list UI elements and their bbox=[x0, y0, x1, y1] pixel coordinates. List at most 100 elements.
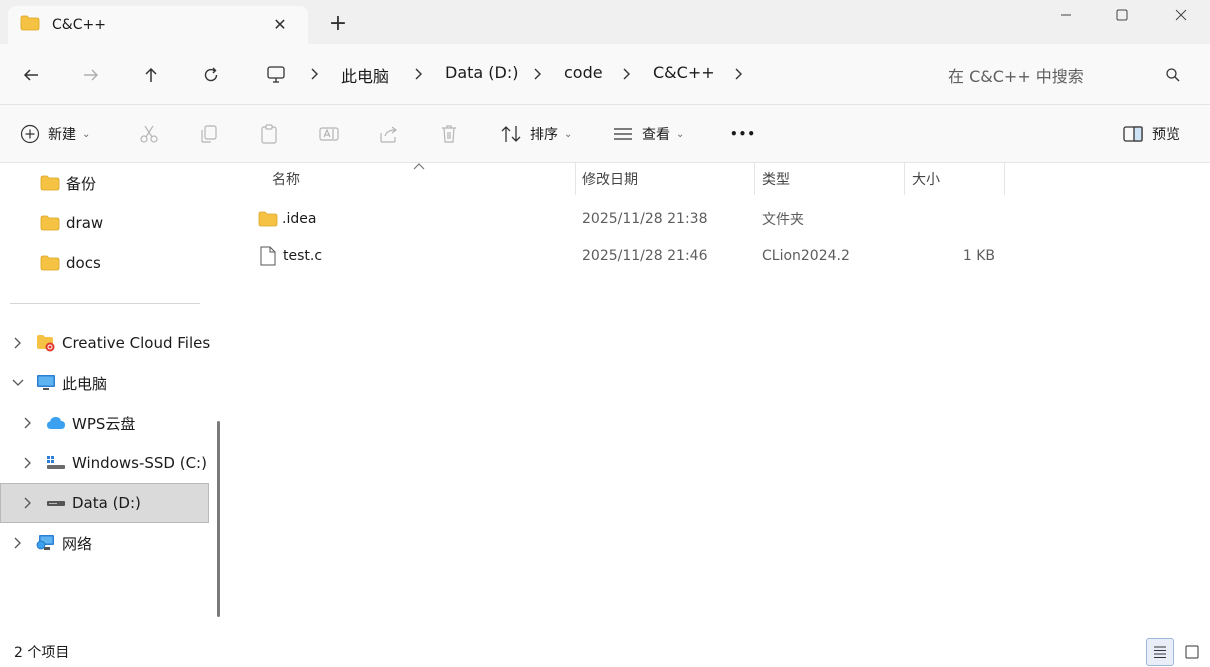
file-size: 1 KB bbox=[962, 248, 995, 264]
chevron-down-icon[interactable] bbox=[10, 375, 26, 391]
folder-icon bbox=[40, 174, 60, 192]
sidebar-item-backup[interactable]: 备份 bbox=[40, 165, 96, 201]
chevron-down-icon: ⌄ bbox=[564, 128, 573, 140]
chevron-right-icon[interactable] bbox=[531, 64, 545, 84]
sidebar-item-draw[interactable]: draw bbox=[40, 205, 103, 241]
column-header-type[interactable]: 类型 bbox=[762, 163, 790, 195]
view-icon bbox=[614, 128, 632, 140]
sidebar-item-label: WPS云盘 bbox=[72, 414, 136, 433]
breadcrumb-code[interactable]: code bbox=[564, 63, 603, 82]
chevron-right-icon[interactable] bbox=[412, 64, 426, 84]
new-tab-button[interactable]: + bbox=[326, 12, 350, 36]
sidebar-item-label: 备份 bbox=[66, 174, 97, 193]
cloud-icon bbox=[46, 414, 66, 432]
file-type: 文件夹 bbox=[762, 212, 804, 228]
minimize-icon[interactable] bbox=[1040, 0, 1092, 30]
sidebar-item-windows-ssd[interactable]: Windows-SSD (C:) bbox=[20, 445, 207, 481]
sidebar-item-this-pc[interactable]: 此电脑 bbox=[10, 365, 107, 401]
item-count: 2 个项目 bbox=[14, 645, 70, 661]
search-icon[interactable] bbox=[1164, 66, 1182, 84]
maximize-icon[interactable] bbox=[1096, 0, 1148, 30]
sidebar-item-network[interactable]: 网络 bbox=[10, 525, 92, 561]
column-divider[interactable] bbox=[575, 163, 576, 195]
tab-title: C&C++ bbox=[52, 17, 106, 33]
title-bar: C&C++ ✕ + bbox=[0, 0, 1210, 44]
folder-icon bbox=[40, 254, 60, 272]
column-header-size[interactable]: 大小 bbox=[912, 163, 940, 195]
more-options-button[interactable]: ••• bbox=[730, 121, 756, 147]
sort-label: 排序 bbox=[530, 127, 558, 143]
sort-button[interactable]: 排序 ⌄ bbox=[500, 121, 572, 147]
sidebar-item-wps-cloud[interactable]: WPS云盘 bbox=[20, 405, 135, 441]
preview-pane-icon bbox=[1123, 126, 1143, 142]
command-bar: 新建 ⌄ 排序 ⌄ 查看 ⌄ ••• 预览 bbox=[0, 105, 1210, 163]
sidebar-separator bbox=[10, 303, 200, 304]
drive-icon bbox=[46, 494, 66, 512]
details-view-icon[interactable] bbox=[1146, 638, 1174, 666]
drive-icon bbox=[46, 454, 66, 472]
chevron-right-icon[interactable] bbox=[308, 64, 322, 84]
close-icon[interactable] bbox=[1155, 0, 1207, 30]
computer-icon[interactable] bbox=[263, 62, 289, 88]
creative-cloud-icon bbox=[36, 334, 56, 352]
forward-arrow-icon[interactable] bbox=[78, 62, 104, 88]
status-bar: 2 个项目 bbox=[0, 630, 1210, 667]
large-icons-view-icon[interactable] bbox=[1178, 638, 1206, 666]
chevron-right-icon[interactable] bbox=[10, 535, 26, 551]
chevron-right-icon[interactable] bbox=[732, 64, 746, 84]
delete-icon[interactable] bbox=[438, 121, 460, 147]
breadcrumb-this-pc[interactable]: 此电脑 bbox=[341, 63, 389, 87]
folder-icon bbox=[258, 201, 278, 237]
refresh-icon[interactable] bbox=[198, 62, 224, 88]
view-button[interactable]: 查看 ⌄ bbox=[612, 121, 684, 147]
chevron-right-icon[interactable] bbox=[20, 455, 36, 471]
tab-cc[interactable]: C&C++ ✕ bbox=[8, 6, 308, 44]
sidebar-item-data-drive[interactable]: Data (D:) bbox=[20, 485, 141, 521]
share-icon[interactable] bbox=[378, 121, 400, 147]
file-modified: 2025/11/28 21:46 bbox=[582, 248, 708, 264]
navigation-pane: 备份 draw docs Creative Cloud Files 此电脑 WP… bbox=[0, 163, 222, 630]
breadcrumb-cc[interactable]: C&C++ bbox=[653, 63, 715, 82]
breadcrumb-data-drive[interactable]: Data (D:) bbox=[445, 63, 518, 82]
file-name: test.c bbox=[283, 248, 323, 264]
sidebar-item-label: 此电脑 bbox=[62, 374, 108, 393]
file-size bbox=[910, 201, 995, 237]
file-type: CLion2024.2 bbox=[762, 248, 850, 264]
file-icon bbox=[259, 238, 277, 274]
copy-icon[interactable] bbox=[198, 121, 220, 147]
search-input[interactable]: 在 C&C++ 中搜索 bbox=[948, 63, 1084, 87]
back-arrow-icon[interactable] bbox=[18, 62, 44, 88]
rename-icon[interactable] bbox=[318, 121, 340, 147]
file-modified: 2025/11/28 21:38 bbox=[582, 211, 708, 227]
sidebar-item-label: draw bbox=[66, 214, 104, 232]
column-divider[interactable] bbox=[754, 163, 755, 195]
computer-icon bbox=[36, 374, 56, 392]
cut-icon[interactable] bbox=[138, 121, 160, 147]
table-row[interactable]: test.c 2025/11/28 21:46 CLion2024.2 1 KB bbox=[250, 238, 1010, 274]
column-divider[interactable] bbox=[904, 163, 905, 195]
tab-close-icon[interactable]: ✕ bbox=[270, 15, 290, 34]
file-name: .idea bbox=[282, 211, 317, 227]
chevron-right-icon[interactable] bbox=[10, 335, 26, 351]
address-bar-row: 此电脑 Data (D:) code C&C++ 在 C&C++ 中搜索 bbox=[0, 44, 1210, 104]
sidebar-item-creative-cloud[interactable]: Creative Cloud Files bbox=[10, 325, 210, 361]
sidebar-scrollbar[interactable] bbox=[217, 421, 220, 617]
preview-button[interactable]: 预览 bbox=[1122, 121, 1180, 147]
chevron-right-icon[interactable] bbox=[20, 495, 36, 511]
column-divider[interactable] bbox=[1004, 163, 1005, 195]
chevron-right-icon[interactable] bbox=[20, 415, 36, 431]
folder-icon bbox=[20, 15, 40, 35]
table-row[interactable]: .idea 2025/11/28 21:38 文件夹 bbox=[250, 201, 1010, 237]
sidebar-item-label: Creative Cloud Files bbox=[62, 334, 211, 352]
paste-icon[interactable] bbox=[258, 121, 280, 147]
chevron-down-icon: ⌄ bbox=[676, 128, 685, 140]
new-button[interactable]: 新建 ⌄ bbox=[20, 121, 90, 147]
column-header-name[interactable]: 名称 bbox=[272, 163, 300, 195]
sort-ascending-icon bbox=[413, 163, 425, 170]
chevron-down-icon: ⌄ bbox=[82, 128, 91, 140]
chevron-right-icon[interactable] bbox=[620, 64, 634, 84]
sidebar-item-docs[interactable]: docs bbox=[40, 245, 101, 281]
column-header-modified[interactable]: 修改日期 bbox=[582, 163, 638, 195]
sidebar-item-label: Data (D:) bbox=[72, 494, 141, 512]
up-arrow-icon[interactable] bbox=[138, 62, 164, 88]
